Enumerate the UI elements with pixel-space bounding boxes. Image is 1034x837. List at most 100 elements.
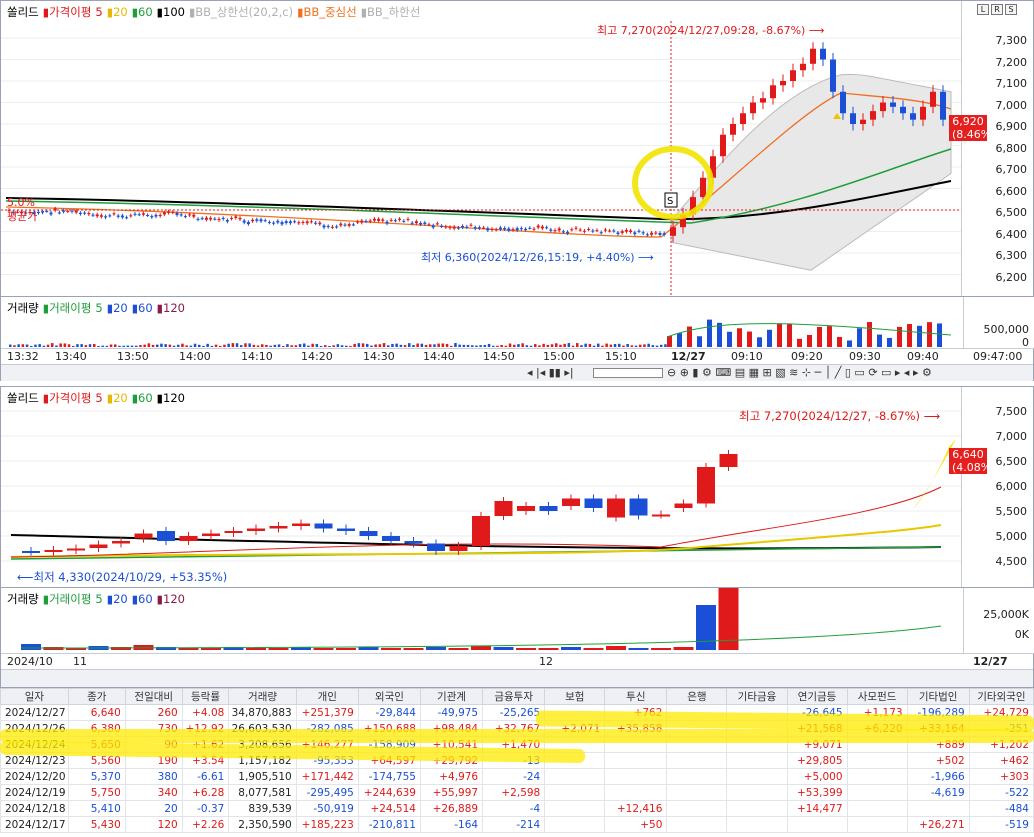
candle <box>337 528 355 531</box>
column-header[interactable]: 종가 <box>67 688 126 705</box>
table-cell <box>604 784 668 801</box>
table-row[interactable]: 2024/12/17 5,430 120 +2.26 2,350,590 +185,223… <box>0 816 1034 833</box>
table-row[interactable]: 2024/12/18 5,410 20 -0.37 839,539 -50,919 +24,… <box>0 800 1034 817</box>
candle <box>372 218 376 221</box>
table-cell: -174,755 <box>357 768 421 785</box>
intraday-volume-chart[interactable] <box>1 297 961 349</box>
column-header[interactable]: 은행 <box>666 688 728 705</box>
candle <box>66 210 70 212</box>
candle <box>246 222 250 225</box>
candle <box>393 220 397 222</box>
candle <box>910 113 916 120</box>
table-row[interactable]: 2024/12/20 5,370 380 -6.61 1,905,510 +171,442… <box>0 768 1034 785</box>
candle <box>158 214 162 217</box>
column-header[interactable]: 기타법인 <box>906 688 970 705</box>
candle <box>461 225 465 228</box>
volume-bar <box>877 334 882 347</box>
column-header[interactable]: 일자 <box>0 688 69 705</box>
table-cell <box>666 752 728 769</box>
candle <box>398 218 402 220</box>
table-cell: +251,379 <box>295 704 359 721</box>
column-header[interactable]: 거래량 <box>228 688 297 705</box>
column-header[interactable]: 기타외국인 <box>968 688 1034 705</box>
volume-bar <box>361 343 365 347</box>
volume-bar <box>34 344 37 347</box>
volume-bar <box>628 648 649 650</box>
candle <box>553 230 557 232</box>
y-tick-label: 6,500 <box>995 206 1028 219</box>
y-tick-label: 6,400 <box>995 227 1028 241</box>
column-header[interactable]: 연기금등 <box>786 688 848 705</box>
candle <box>498 227 502 230</box>
column-header[interactable]: 개인 <box>295 688 359 705</box>
y-tick-label: 5,000 <box>995 530 1028 543</box>
volume-bar <box>387 345 390 347</box>
candle <box>770 85 776 99</box>
scroll-left-icon[interactable]: ◂ |◂ ▮▮ ▸| <box>527 366 574 379</box>
volume-bar <box>214 344 218 347</box>
scroll-range-slider[interactable] <box>593 368 663 378</box>
table-cell: +14,477 <box>786 800 848 817</box>
axis-l-button[interactable]: L <box>977 4 989 15</box>
volume-bar <box>643 344 646 347</box>
volume-bar <box>366 343 369 347</box>
table-cell: +6.28 <box>181 784 230 801</box>
candle <box>603 229 607 231</box>
candle <box>720 134 726 157</box>
zoom-out-icon[interactable]: ⊖ ⊕ ▮ ⚙ ⌨ ▤ ▦ ⊞ ▧ ≋ ⊹ ─ │ ╱ ▯ ▭ ⟳ ▭ ▸ ◂ … <box>667 366 932 379</box>
table-cell: +29,805 <box>786 752 848 769</box>
candle <box>760 98 766 103</box>
volume-bar <box>21 644 41 650</box>
daily-volume-chart[interactable] <box>1 588 961 654</box>
highlight-mark <box>0 729 1034 743</box>
table-cell: +171,442 <box>295 768 359 785</box>
column-header[interactable]: 보험 <box>544 688 606 705</box>
candle <box>539 506 558 511</box>
candle <box>427 543 445 551</box>
column-header[interactable]: 기타금융 <box>726 688 788 705</box>
candle <box>280 222 284 225</box>
candle <box>800 63 806 71</box>
candle <box>171 211 175 213</box>
candle <box>578 229 582 231</box>
column-header[interactable]: 등락률 <box>181 688 230 705</box>
table-cell: -1,966 <box>906 768 970 785</box>
table-cell: -522 <box>968 784 1034 801</box>
axis-r-button[interactable]: R <box>991 4 1003 15</box>
volume-bar <box>673 647 694 650</box>
table-cell: +2.26 <box>181 816 230 833</box>
volume-bar <box>651 345 655 347</box>
daily-price-chart[interactable]: 최고 7,270(2024/12/27, -8.67%) ⟶ ⟵최저 4,330(… <box>1 387 961 587</box>
column-header[interactable]: 금융투자 <box>482 688 546 705</box>
candle <box>368 220 372 222</box>
candle <box>494 501 513 516</box>
candle <box>427 224 431 226</box>
candle <box>486 228 490 231</box>
candle <box>284 221 288 223</box>
volume-bar <box>517 344 520 347</box>
y-tick-label: 5,500 <box>995 505 1028 518</box>
candle <box>297 222 301 224</box>
candle <box>860 119 866 124</box>
volume-bar <box>426 647 446 650</box>
column-header[interactable]: 전일대비 <box>124 688 183 705</box>
daily-volume-panel: 거래량 ▮거래이평 5 ▮20 ▮60 ▮120 25,000K 0K <box>1 587 1034 654</box>
table-cell: +26,271 <box>906 816 970 833</box>
volume-bar <box>21 344 25 347</box>
axis-s-button[interactable]: S <box>1005 4 1017 15</box>
intraday-price-chart[interactable]: 최고 7,270(2024/12/27,09:28, -8.67%) ⟶ 최저 6… <box>1 1 961 296</box>
candle <box>125 217 129 219</box>
volume-bar <box>538 345 541 347</box>
column-header[interactable]: 기관계 <box>419 688 484 705</box>
table-row[interactable]: 2024/12/19 5,750 340 +6.28 8,077,581 -295,495… <box>0 784 1034 801</box>
table-cell <box>846 816 908 833</box>
column-header[interactable]: 외국인 <box>357 688 421 705</box>
column-header[interactable]: 투신 <box>604 688 668 705</box>
volume-bar <box>534 344 537 347</box>
candle <box>444 226 448 228</box>
candle <box>91 214 95 216</box>
candle <box>435 223 439 225</box>
candle <box>930 91 936 107</box>
column-header[interactable]: 사모펀드 <box>846 688 908 705</box>
volume-bar <box>340 345 344 347</box>
